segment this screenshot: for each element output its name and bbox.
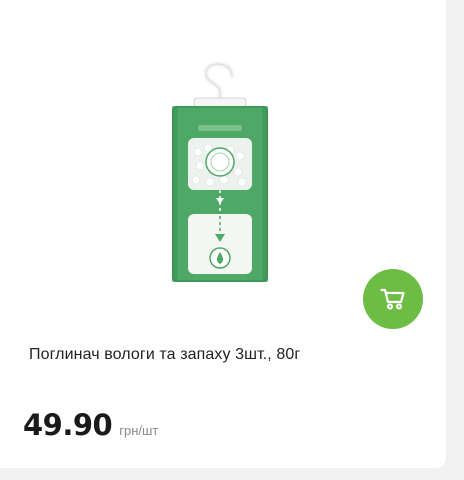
product-image[interactable] [150, 62, 290, 292]
price-value: 49.90 [23, 408, 113, 442]
cart-icon [380, 288, 405, 310]
price-unit: грн/шт [119, 423, 159, 438]
product-card[interactable]: Поглинач вологи та запаху 3шт., 80г 49.9… [0, 0, 446, 468]
price-row: 49.90 грн/шт [23, 408, 158, 442]
product-title[interactable]: Поглинач вологи та запаху 3шт., 80г [29, 346, 300, 364]
add-to-cart-button[interactable] [363, 269, 423, 329]
